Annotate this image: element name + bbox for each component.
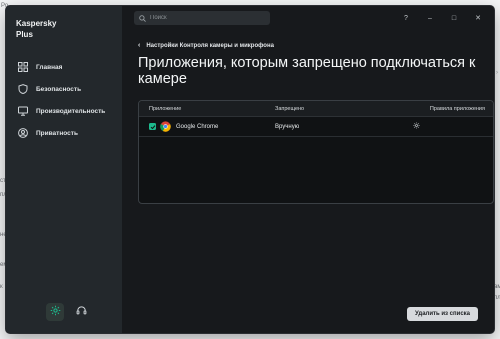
remove-from-list-button[interactable]: Удалить из списка: [407, 307, 478, 321]
close-button[interactable]: ✕: [474, 14, 482, 22]
sidebar-item-security[interactable]: Безопасность: [6, 78, 122, 100]
brand-edition: Plus: [16, 30, 33, 39]
breadcrumb[interactable]: ‹ Настройки Контроля камеры и микрофона: [138, 42, 274, 49]
sidebar-item-privacy[interactable]: Приватность: [6, 122, 122, 144]
search-input[interactable]: [150, 15, 260, 21]
search-box[interactable]: [134, 11, 270, 25]
gear-icon: [413, 122, 420, 129]
back-chevron-icon[interactable]: ‹: [138, 42, 140, 49]
brand-logo: Kaspersky Plus: [6, 18, 122, 40]
sidebar-item-label: Производительность: [36, 107, 106, 115]
sidebar-item-label: Безопасность: [36, 85, 82, 93]
app-window: Kaspersky Plus Главная Безопасность Прои…: [6, 6, 494, 333]
main-content: ? – □ ✕ ‹ Настройки Контроля камеры и ми…: [122, 6, 494, 333]
window-controls: ? – □ ✕: [402, 14, 482, 23]
breadcrumb-label[interactable]: Настройки Контроля камеры и микрофона: [146, 43, 274, 49]
minimize-button[interactable]: –: [426, 15, 434, 22]
brand-name: Kaspersky: [16, 19, 57, 28]
column-header-app[interactable]: Приложение: [139, 106, 275, 112]
support-headset-icon: [76, 303, 87, 321]
column-header-blocked[interactable]: Запрещено: [275, 106, 395, 112]
column-header-rules: Правила приложения: [429, 105, 485, 112]
sidebar-item-home[interactable]: Главная: [6, 56, 122, 78]
maximize-button[interactable]: □: [450, 15, 458, 22]
sidebar-bottom-actions: [46, 303, 90, 321]
sidebar-item-label: Приватность: [36, 129, 78, 137]
blocked-mode: Вручную: [275, 123, 300, 130]
monitor-icon: [18, 106, 28, 116]
table-row[interactable]: Google Chrome Вручную: [139, 117, 493, 137]
row-checkbox[interactable]: [149, 123, 156, 130]
shield-icon: [18, 84, 28, 94]
settings-button[interactable]: [46, 303, 64, 321]
chrome-icon: [160, 121, 171, 132]
background-text: ам: [494, 284, 500, 290]
table-header: Приложение Запрещено Правила приложения: [139, 101, 493, 117]
page-title: Приложения, которым запрещено подключать…: [138, 55, 476, 87]
background-text: ›: [496, 70, 498, 76]
help-button[interactable]: ?: [402, 15, 410, 22]
app-name: Google Chrome: [176, 123, 219, 130]
support-button[interactable]: [72, 303, 90, 321]
sidebar-item-performance[interactable]: Производительность: [6, 100, 122, 122]
grid-icon: [18, 62, 28, 72]
settings-icon: [50, 303, 61, 321]
search-icon: [139, 14, 146, 22]
sidebar: Kaspersky Plus Главная Безопасность Прои…: [6, 6, 122, 333]
sidebar-item-label: Главная: [36, 63, 63, 71]
privacy-icon: [18, 128, 28, 138]
titlebar: ? – □ ✕: [122, 6, 494, 30]
blocked-apps-table: Приложение Запрещено Правила приложения: [138, 100, 494, 204]
app-rules-button[interactable]: [395, 122, 493, 131]
background-text: к: [0, 284, 3, 290]
check-icon: [150, 124, 155, 129]
app-cell: Google Chrome: [139, 121, 275, 132]
background-text: пл: [494, 295, 500, 301]
